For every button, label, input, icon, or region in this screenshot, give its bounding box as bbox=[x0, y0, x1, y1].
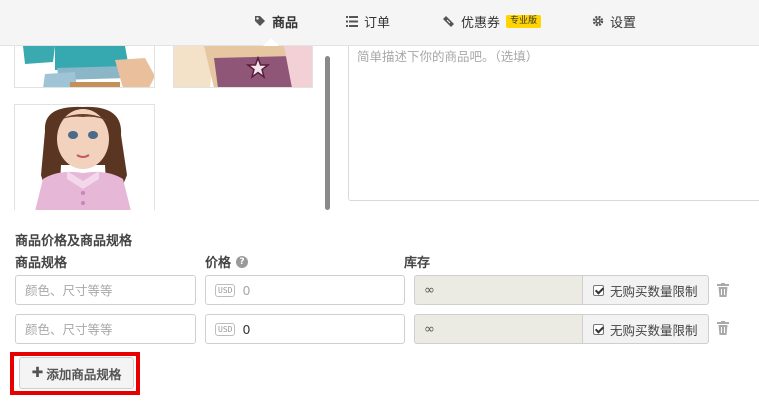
gear-icon bbox=[592, 15, 604, 27]
column-header-spec: 商品规格 bbox=[15, 256, 68, 271]
nav-tab-orders[interactable]: 订单 bbox=[346, 11, 390, 31]
highlight-box bbox=[10, 352, 140, 395]
nav-tab-label: 商品 bbox=[272, 15, 299, 31]
price-input[interactable]: USD 0 bbox=[205, 314, 405, 344]
doll-image bbox=[15, 105, 154, 210]
no-limit-label: 无购买数量限制 bbox=[610, 283, 698, 299]
column-header-price: 价格? bbox=[205, 252, 249, 271]
top-nav: 商品 订单 优惠券 专业版 设置 bbox=[0, 0, 759, 46]
currency-label: USD bbox=[215, 322, 236, 336]
nav-tab-settings[interactable]: 设置 bbox=[592, 11, 636, 31]
trash-icon[interactable] bbox=[717, 283, 729, 297]
column-header-stock: 库存 bbox=[404, 256, 431, 271]
help-icon[interactable]: ? bbox=[236, 255, 249, 268]
price-input[interactable]: USD 0 bbox=[205, 275, 405, 305]
description-textarea[interactable] bbox=[348, 46, 759, 201]
spec-input[interactable] bbox=[15, 314, 196, 344]
stock-input: ∞ bbox=[414, 314, 582, 344]
product-image-thumbnail[interactable] bbox=[14, 104, 155, 210]
section-title: 商品价格及商品规格 bbox=[15, 234, 133, 249]
active-tab-caret bbox=[263, 38, 279, 46]
nav-tab-label: 设置 bbox=[610, 15, 637, 31]
nav-tab-coupons[interactable]: 优惠券 专业版 bbox=[442, 11, 542, 31]
price-value: 0 bbox=[242, 321, 251, 337]
pro-badge: 专业版 bbox=[506, 14, 542, 28]
currency-label: USD bbox=[215, 283, 236, 297]
gallery-scrollbar[interactable] bbox=[325, 56, 330, 210]
tag-icon bbox=[255, 16, 265, 26]
nav-tab-goods[interactable]: 商品 bbox=[254, 11, 298, 31]
no-limit-checkbox[interactable] bbox=[593, 323, 604, 335]
stock-input: ∞ bbox=[414, 275, 582, 305]
no-limit-toggle[interactable]: 无购买数量限制 bbox=[582, 314, 709, 344]
stock-value: ∞ bbox=[424, 321, 435, 337]
no-limit-label: 无购买数量限制 bbox=[610, 322, 698, 338]
ticket-icon bbox=[443, 16, 454, 27]
doll-image bbox=[15, 46, 154, 87]
price-value: 0 bbox=[242, 282, 251, 298]
product-image-thumbnail[interactable] bbox=[173, 46, 313, 88]
list-icon bbox=[346, 15, 358, 27]
nav-tab-label: 订单 bbox=[364, 15, 391, 31]
no-limit-checkbox[interactable] bbox=[593, 284, 604, 296]
no-limit-toggle[interactable]: 无购买数量限制 bbox=[582, 275, 709, 305]
product-image-thumbnail[interactable] bbox=[14, 46, 155, 88]
doll-image bbox=[174, 46, 312, 87]
spec-input[interactable] bbox=[15, 275, 196, 305]
nav-tab-label: 优惠券 bbox=[461, 15, 501, 31]
stock-value: ∞ bbox=[424, 282, 435, 298]
trash-icon[interactable] bbox=[717, 321, 729, 335]
